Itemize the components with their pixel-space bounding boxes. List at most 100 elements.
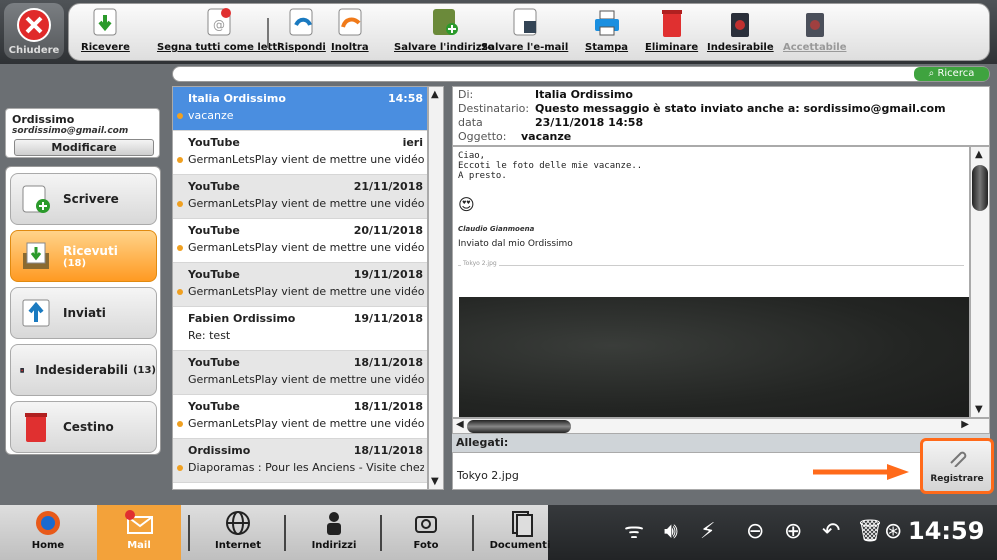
account-name: Ordissimo bbox=[12, 113, 75, 126]
image-divider bbox=[458, 265, 964, 266]
top-toolbar: Chiudere Ricevere @ Segna tutti come let… bbox=[0, 0, 997, 64]
folder-inbox[interactable]: Ricevuti (18) bbox=[10, 230, 157, 282]
unread-dot bbox=[177, 421, 183, 427]
printer-icon bbox=[594, 10, 619, 36]
paperclip-icon bbox=[950, 451, 967, 468]
delete-button[interactable]: Eliminare bbox=[645, 4, 698, 62]
inline-image-label: Tokyo 2.jpg bbox=[461, 260, 499, 267]
attachment-file[interactable]: Tokyo 2.jpg bbox=[457, 469, 519, 482]
receive-button[interactable]: Ricevere bbox=[81, 4, 130, 62]
wifi-icon[interactable]: ᯤ bbox=[624, 519, 644, 545]
save-email-button[interactable]: Salvare l'e-mail bbox=[481, 4, 568, 62]
print-label: Stampa bbox=[585, 42, 629, 53]
task-home[interactable]: Home bbox=[6, 505, 90, 560]
subject-label: Oggetto: bbox=[458, 130, 507, 143]
task-photos[interactable]: Foto bbox=[384, 505, 468, 560]
home-icon bbox=[36, 511, 60, 535]
close-button[interactable]: Chiudere bbox=[4, 3, 64, 59]
task-separator bbox=[284, 515, 286, 551]
scroll-thumb[interactable] bbox=[467, 420, 571, 433]
email-sender: YouTube bbox=[188, 356, 240, 369]
spam-label: Indesirabile bbox=[707, 42, 774, 53]
email-row[interactable]: Fabien Ordissimo 19/11/2018 Re: test bbox=[173, 307, 427, 351]
email-sender: Italia Ordissimo bbox=[188, 92, 286, 105]
task-internet[interactable]: Internet bbox=[196, 505, 280, 560]
folder-spam[interactable]: Indesiderabili (13) bbox=[10, 344, 157, 396]
inline-photo bbox=[459, 297, 969, 417]
task-documents[interactable]: Documenti bbox=[478, 505, 562, 560]
email-row[interactable]: Italia Ordissimo 14:58 vacanze bbox=[173, 87, 427, 131]
save-address-button[interactable]: Salvare l'indirizzo bbox=[394, 4, 494, 62]
task-separator bbox=[380, 515, 382, 551]
close-icon bbox=[17, 8, 51, 42]
print-button[interactable]: Stampa bbox=[585, 4, 628, 62]
contacts-icon bbox=[327, 512, 341, 535]
modify-account-button[interactable]: Modificare bbox=[14, 139, 154, 156]
email-row[interactable]: YouTube 18/11/2018 GermanLetsPlay vient de… bbox=[173, 395, 427, 439]
search-input[interactable] bbox=[172, 66, 990, 82]
accept-button[interactable]: Accettabile bbox=[783, 4, 846, 62]
email-date: 14:58 bbox=[387, 92, 423, 105]
email-preview: GermanLetsPlay vient de mettre une vidéo… bbox=[188, 373, 424, 386]
email-row[interactable]: Ordissimo 18/11/2018 Diaporamas : Pour les… bbox=[173, 439, 427, 483]
task-contacts[interactable]: Indirizzi bbox=[292, 505, 376, 560]
accept-label: Accettabile bbox=[783, 42, 847, 53]
task-label: Home bbox=[31, 540, 65, 551]
mark-read-icon: @ bbox=[207, 8, 231, 36]
help-icon[interactable]: ⊛ bbox=[884, 519, 902, 545]
email-row[interactable]: YouTube 21/11/2018 GermanLetsPlay vient de… bbox=[173, 175, 427, 219]
forward-button[interactable]: Inoltra bbox=[331, 4, 369, 62]
email-list: Italia Ordissimo 14:58 vacanze YouTube ieri… bbox=[172, 86, 428, 490]
scroll-down-icon: ▼ bbox=[975, 404, 983, 415]
email-preview: Diaporamas : Pour les Anciens - Visite c… bbox=[188, 461, 424, 474]
search-button[interactable]: ⌕ Ricerca bbox=[914, 67, 989, 81]
save-address-icon bbox=[433, 9, 459, 35]
toolbar-bar: Ricevere @ Segna tutti come letti Rispon… bbox=[68, 3, 990, 61]
reply-label: Rispondi bbox=[277, 42, 326, 53]
spam-button[interactable]: Indesirabile bbox=[707, 4, 774, 62]
plus-icon[interactable]: ⊕ bbox=[784, 519, 802, 545]
email-date: 18/11/2018 bbox=[353, 444, 423, 457]
spam-bin-icon bbox=[731, 13, 750, 37]
undo-icon[interactable]: ↶ bbox=[822, 519, 840, 545]
email-sender: YouTube bbox=[188, 136, 240, 149]
save-address-label: Salvare l'indirizzo bbox=[394, 42, 495, 53]
task-label: Documenti bbox=[489, 540, 551, 551]
task-label: Foto bbox=[413, 540, 439, 551]
subject-value: vacanze bbox=[521, 130, 572, 143]
folder-count: (13) bbox=[132, 364, 156, 376]
message-vscroll[interactable]: ▲ ▼ bbox=[970, 146, 990, 418]
task-label: Internet bbox=[214, 540, 261, 551]
message-body: Ciao, Eccoti le foto delle mie vacanze..… bbox=[452, 146, 970, 418]
email-preview: GermanLetsPlay vient de mettre une vidéo… bbox=[188, 197, 424, 210]
folder-trash[interactable]: Cestino bbox=[10, 401, 157, 453]
folder-label: Ricevuti bbox=[63, 243, 118, 258]
folder-sent[interactable]: Inviati bbox=[10, 287, 157, 339]
message-hscroll[interactable]: ◀ ▶ bbox=[452, 418, 990, 434]
sent-icon bbox=[22, 299, 50, 327]
folder-compose[interactable]: Scrivere bbox=[10, 173, 157, 225]
trash-icon[interactable]: 🗑︎ bbox=[856, 519, 884, 545]
reply-button[interactable]: Rispondi bbox=[277, 4, 326, 62]
email-preview: GermanLetsPlay vient de mettre une vidéo… bbox=[188, 153, 424, 166]
mark-all-read-button[interactable]: @ Segna tutti come letti bbox=[157, 4, 281, 62]
task-mail[interactable]: Mail bbox=[97, 505, 181, 560]
volume-icon[interactable]: 🔊︎ bbox=[664, 519, 678, 545]
email-preview: GermanLetsPlay vient de mettre une vidéo… bbox=[188, 241, 424, 254]
folder-label: Scrivere bbox=[63, 192, 119, 206]
minus-icon[interactable]: ⊖ bbox=[746, 519, 764, 545]
email-list-scrollbar[interactable]: ▲ ▼ bbox=[428, 86, 444, 490]
battery-icon[interactable]: ⚡︎ bbox=[700, 519, 715, 545]
email-row[interactable]: YouTube 18/11/2018 GermanLetsPlay vient de… bbox=[173, 351, 427, 395]
arrow-icon bbox=[813, 464, 909, 480]
svg-text:@: @ bbox=[213, 18, 225, 32]
email-row[interactable]: YouTube 19/11/2018 GermanLetsPlay vient de… bbox=[173, 263, 427, 307]
email-preview: GermanLetsPlay vient de mettre une vidéo… bbox=[188, 417, 424, 430]
scroll-thumb[interactable] bbox=[972, 165, 988, 211]
forward-icon bbox=[338, 8, 362, 36]
email-row[interactable]: YouTube ieri GermanLetsPlay vient de mettr… bbox=[173, 131, 427, 175]
save-attachment-button[interactable]: Registrare bbox=[920, 438, 994, 494]
signature-name: Claudio Gianmoena bbox=[458, 225, 535, 233]
email-row[interactable]: YouTube 20/11/2018 GermanLetsPlay vient de… bbox=[173, 219, 427, 263]
spam-bin-icon bbox=[20, 367, 24, 373]
